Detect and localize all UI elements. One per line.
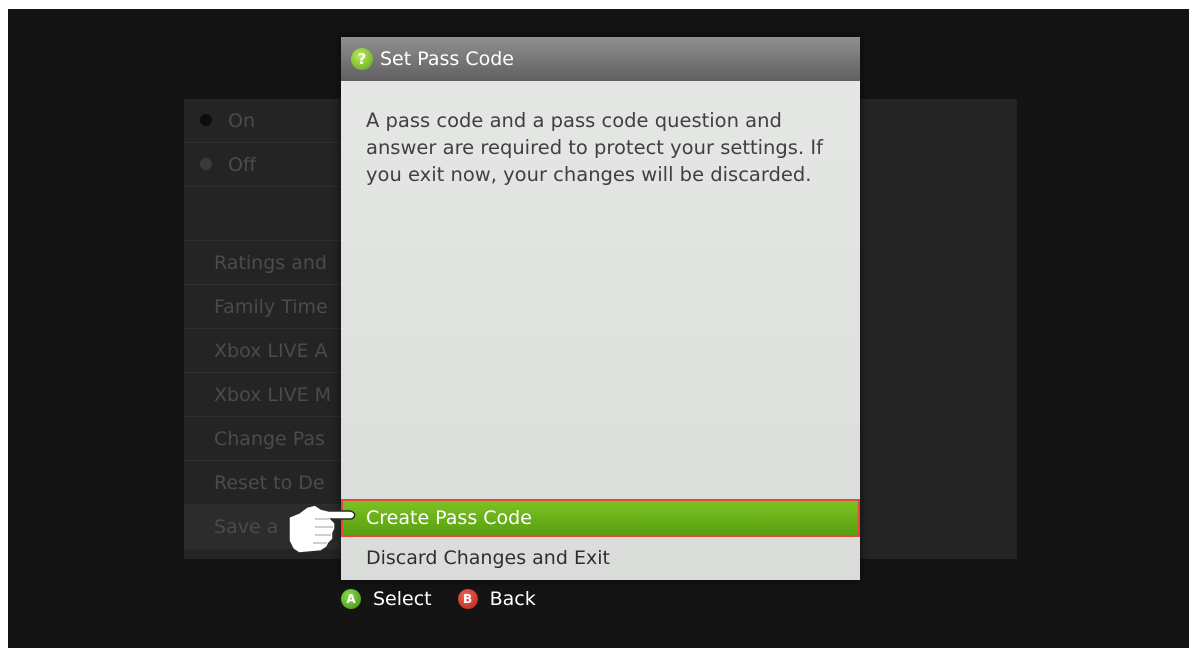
radio-selected-icon [200, 114, 212, 126]
background-radio-label: On [228, 110, 255, 132]
pointing-hand-icon [288, 504, 356, 554]
a-button-icon: A [341, 589, 361, 609]
set-pass-code-dialog: ? Set Pass Code A pass code and a pass c… [341, 37, 860, 580]
background-list-item: Xbox LIVE A [184, 329, 344, 373]
background-settings-list: On Off Ratings and Family Time Xbox LIVE… [184, 99, 344, 549]
screen: On Off Ratings and Family Time Xbox LIVE… [8, 9, 1189, 648]
select-hint-label: Select [373, 588, 432, 610]
background-list-item: Ratings and [184, 241, 344, 285]
dialog-title: Set Pass Code [380, 48, 514, 70]
dialog-message: A pass code and a pass code question and… [366, 109, 823, 186]
controller-hints: A Select B Back [341, 586, 536, 612]
b-button-icon: B [457, 589, 478, 609]
background-radio-off: Off [184, 143, 344, 187]
background-radio-label: Off [228, 154, 257, 176]
radio-unselected-icon [200, 158, 212, 170]
discard-changes-button[interactable]: Discard Changes and Exit [341, 539, 860, 577]
background-list-item: Reset to De [184, 461, 344, 505]
create-pass-code-button[interactable]: Create Pass Code [341, 499, 860, 537]
dialog-options: Create Pass Code Discard Changes and Exi… [341, 499, 860, 577]
background-spacer [184, 187, 344, 241]
background-list-item: Xbox LIVE M [184, 373, 344, 417]
background-list-item: Family Time [184, 285, 344, 329]
background-radio-on: On [184, 99, 344, 143]
back-hint-label: Back [489, 588, 536, 610]
help-icon: ? [351, 48, 373, 70]
background-list-item: Change Pas [184, 417, 344, 461]
dialog-header: ? Set Pass Code [341, 37, 860, 81]
